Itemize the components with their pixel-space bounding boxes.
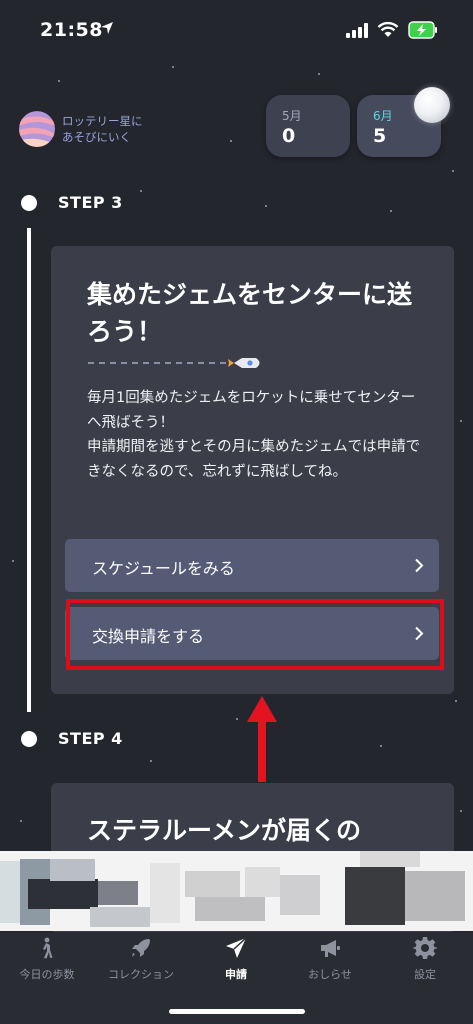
planet-icon <box>19 111 55 147</box>
cellular-signal-icon <box>346 23 368 38</box>
button-label: スケジュールをみる <box>92 559 235 578</box>
tab-settings[interactable]: 設定 <box>378 932 472 992</box>
rocket-trail-icon <box>88 358 260 368</box>
gear-icon <box>413 937 437 959</box>
step-4-dot <box>21 731 37 747</box>
step-3-description: 毎月1回集めたジェムをロケットに乗せてセンターへ飛ばそう！ 申請期間を逃すとその… <box>87 390 421 480</box>
walking-person-icon <box>43 937 53 959</box>
tab-notifications[interactable]: おしらせ <box>283 932 377 992</box>
status-time: 21:58 <box>40 19 103 41</box>
rocket-icon <box>132 939 150 957</box>
red-up-arrow-icon <box>247 696 277 782</box>
step-3-title: 集めたジェムをセンターに送ろう！ <box>87 280 413 346</box>
month-label: 5月 <box>282 109 302 123</box>
battery-charging-icon <box>408 21 437 39</box>
paper-plane-icon <box>226 937 247 958</box>
tab-steps[interactable]: 今日の歩数 <box>0 932 94 992</box>
planet-avatar[interactable] <box>19 111 55 147</box>
tab-label: 今日の歩数 <box>19 968 75 981</box>
ad-pixelated-image <box>0 851 473 931</box>
moon-icon <box>414 87 450 123</box>
step-3-dot <box>21 195 37 211</box>
month-label: 6月 <box>373 109 393 123</box>
blurred-ad-banner[interactable] <box>0 851 473 931</box>
tab-label: 設定 <box>414 968 436 981</box>
month-gem-count: 0 <box>282 125 296 147</box>
wifi-icon <box>377 21 399 37</box>
month-card-may[interactable]: 5月 0 <box>266 95 350 157</box>
step-4-title: ステラルーメンが届くの <box>87 816 362 845</box>
tab-application[interactable]: 申請 <box>189 932 283 992</box>
planet-link-label[interactable]: ロッテリー星に あそびにいく <box>62 113 143 145</box>
view-schedule-button[interactable]: スケジュールをみる <box>65 539 439 592</box>
tab-label: コレクション <box>108 968 174 981</box>
timeline-line <box>27 228 31 712</box>
highlight-frame <box>66 599 444 670</box>
status-bar: 21:58 <box>0 0 473 56</box>
tab-label: おしらせ <box>308 968 352 981</box>
step-3-label: STEP 3 <box>58 193 123 212</box>
chevron-right-icon <box>415 558 424 573</box>
tab-collection[interactable]: コレクション <box>94 932 188 992</box>
location-arrow-icon <box>101 22 113 34</box>
home-indicator[interactable] <box>169 1009 305 1014</box>
megaphone-icon <box>321 940 340 957</box>
month-gem-count: 5 <box>373 125 387 147</box>
tab-label: 申請 <box>225 968 247 981</box>
step-4-label: STEP 4 <box>58 729 123 748</box>
